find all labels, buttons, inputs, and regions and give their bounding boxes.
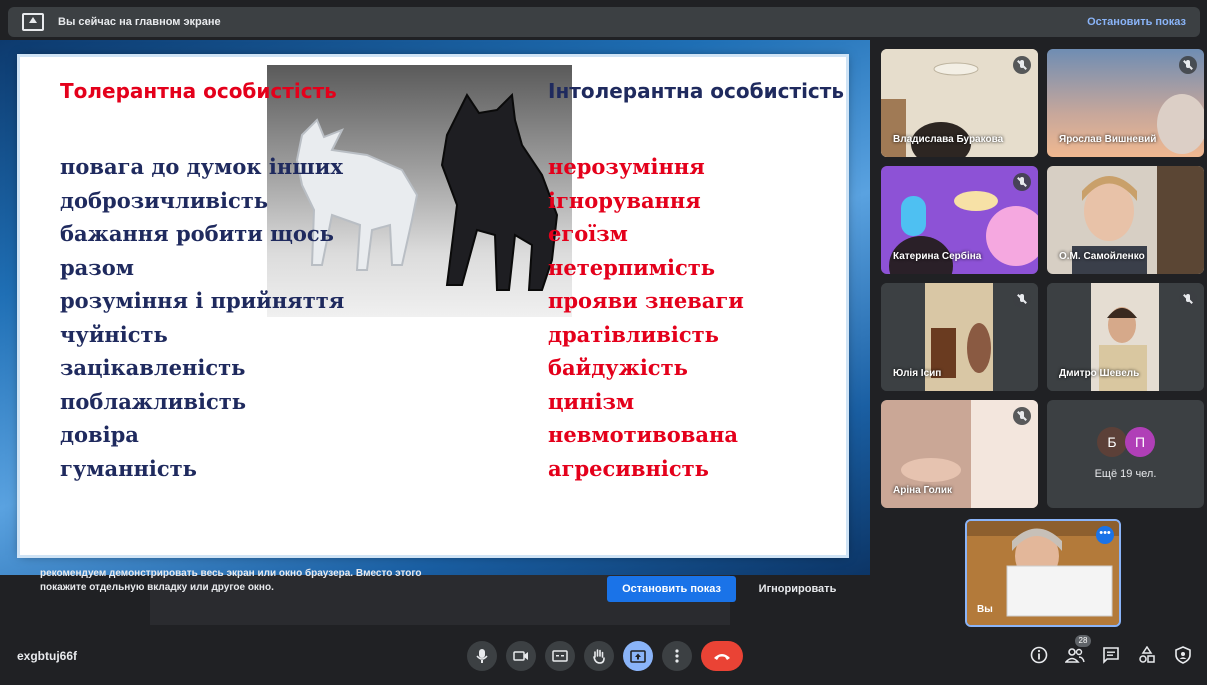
present-now-button[interactable]	[623, 641, 653, 671]
list-item: повага до думок інших	[60, 154, 343, 179]
mic-off-icon	[1013, 290, 1031, 308]
more-participants-label: Ещё 19 чел.	[1094, 468, 1157, 480]
ignore-button[interactable]: Игнорировать	[745, 576, 850, 602]
mic-off-icon	[1013, 56, 1031, 74]
participant-name: Дмитро Шевель	[1059, 368, 1140, 379]
participant-name: О.М. Самойленко	[1059, 251, 1145, 262]
raise-hand-button[interactable]	[584, 641, 614, 671]
participant-tile[interactable]: Дмитро Шевель	[1047, 283, 1204, 391]
leave-call-button[interactable]	[701, 641, 743, 671]
list-item: разом	[60, 254, 134, 280]
list-item: доброзичливість	[60, 187, 269, 213]
presentation-warning: рекомендуем демонстрировать весь экран и…	[0, 568, 870, 625]
participant-tile[interactable]: Аріна Голик	[881, 400, 1038, 508]
mic-off-icon	[1179, 56, 1197, 74]
microphone-button[interactable]	[467, 641, 497, 671]
self-view-tile[interactable]: ••• Вы	[965, 519, 1121, 627]
list-item: невмотивована	[548, 422, 738, 447]
presenting-banner: Вы сейчас на главном экране Остановить п…	[8, 7, 1200, 37]
participant-count-badge: 28	[1075, 635, 1091, 647]
camera-icon	[513, 651, 528, 661]
info-icon	[1030, 646, 1048, 664]
intolerant-heading: Інтолерантна особистість	[548, 79, 845, 103]
hand-icon	[593, 649, 605, 664]
meeting-code: exgbtuj66f	[17, 649, 78, 663]
present-screen-icon	[630, 649, 646, 663]
participant-name: Аріна Голик	[893, 485, 953, 496]
meeting-details-button[interactable]	[1029, 646, 1049, 666]
participant-avatar: Б	[1097, 427, 1127, 457]
participant-tile[interactable]: Катерина Сербіна	[881, 166, 1038, 274]
participant-tile[interactable]: Владислава Буракова	[881, 49, 1038, 157]
intolerant-list: нерозуміння ігнорування егоїзм нетерпимі…	[548, 150, 744, 485]
more-participants-tile[interactable]: Б П Ещё 19 чел.	[1047, 400, 1204, 508]
self-name: Вы	[977, 604, 993, 615]
list-item: цинізм	[548, 388, 635, 414]
activities-icon	[1139, 645, 1155, 663]
mic-off-icon	[1013, 407, 1031, 425]
mic-off-icon	[1013, 173, 1031, 191]
mic-off-icon	[1179, 290, 1197, 308]
list-item: нерозуміння	[548, 154, 705, 179]
chat-button[interactable]	[1101, 646, 1121, 666]
participant-avatar: П	[1125, 427, 1155, 457]
participant-tile[interactable]: Ярослав Вишневий	[1047, 49, 1204, 157]
stop-presenting-link[interactable]: Остановить показ	[1087, 16, 1186, 28]
list-item: ігнорування	[548, 187, 701, 213]
stop-presenting-button[interactable]: Остановить показ	[607, 576, 736, 602]
presentation-slide: Толерантна особистість Інтолерантна особ…	[20, 57, 846, 555]
list-item: байдужість	[548, 355, 688, 380]
warning-text: рекомендуем демонстрировать весь экран и…	[40, 568, 422, 593]
participant-name: Юлія Ісип	[893, 368, 942, 379]
chat-icon	[1103, 647, 1119, 664]
participant-tile[interactable]: Юлія Ісип	[881, 283, 1038, 391]
list-item: чуйність	[60, 321, 168, 347]
black-wolf-image	[440, 92, 559, 291]
activities-button[interactable]	[1137, 645, 1157, 666]
host-controls-button[interactable]	[1173, 646, 1193, 666]
list-item: егоїзм	[548, 221, 628, 246]
list-item: прояви зневаги	[548, 288, 744, 313]
microphone-icon	[476, 649, 488, 663]
tolerant-heading: Толерантна особистість	[60, 79, 337, 103]
participants-button[interactable]	[1064, 646, 1085, 666]
captions-icon	[552, 650, 568, 662]
participant-name: Ярослав Вишневий	[1059, 134, 1157, 145]
list-item: дратівливість	[548, 321, 719, 347]
tolerant-list: повага до думок інших доброзичливість ба…	[60, 150, 344, 485]
camera-button[interactable]	[506, 641, 536, 671]
participant-name: Катерина Сербіна	[893, 251, 982, 262]
list-item: бажання робити щось	[60, 221, 334, 246]
list-item: гуманність	[60, 455, 197, 481]
participant-tile[interactable]: О.М. Самойленко	[1047, 166, 1204, 274]
people-icon	[1064, 648, 1085, 663]
list-item: розуміння і прийняття	[60, 288, 345, 313]
more-options-icon[interactable]: •••	[1096, 526, 1114, 544]
list-item: агресивність	[548, 455, 709, 481]
shared-screen: Толерантна особистість Інтолерантна особ…	[0, 40, 870, 575]
captions-button[interactable]	[545, 641, 575, 671]
hang-up-icon	[714, 654, 730, 660]
shield-icon	[1175, 646, 1191, 664]
more-options-button[interactable]	[662, 641, 692, 671]
list-item: поблажливість	[60, 388, 247, 414]
present-screen-icon	[22, 13, 44, 31]
presenting-message: Вы сейчас на главном экране	[58, 16, 221, 28]
list-item: довіра	[60, 422, 139, 447]
participant-name: Владислава Буракова	[893, 134, 1004, 145]
more-vert-icon	[675, 649, 679, 663]
list-item: зацікавленість	[60, 355, 246, 380]
list-item: нетерпимість	[548, 254, 716, 280]
